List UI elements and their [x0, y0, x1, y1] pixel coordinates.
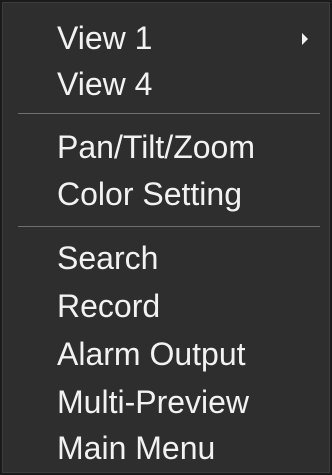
menu-item-record[interactable]: Record: [57, 286, 320, 326]
menu-separator: [18, 226, 320, 227]
menu-item-alarm-output[interactable]: Alarm Output: [57, 334, 320, 374]
triangle-right-icon: [302, 33, 308, 45]
context-menu: View 1 View 4 Pan/Tilt/Zoom Color Settin…: [0, 0, 332, 475]
menu-item-multi-preview[interactable]: Multi-Preview: [57, 382, 320, 422]
menu-item-main-menu[interactable]: Main Menu: [57, 428, 320, 468]
menu-item-view-4[interactable]: View 4: [57, 64, 320, 104]
menu-item-pan-tilt-zoom[interactable]: Pan/Tilt/Zoom: [57, 127, 320, 167]
menu-item-color-setting[interactable]: Color Setting: [57, 174, 320, 214]
menu-item-search[interactable]: Search: [57, 238, 320, 278]
menu-item-view-1[interactable]: View 1: [57, 18, 320, 58]
menu-separator: [18, 113, 320, 114]
